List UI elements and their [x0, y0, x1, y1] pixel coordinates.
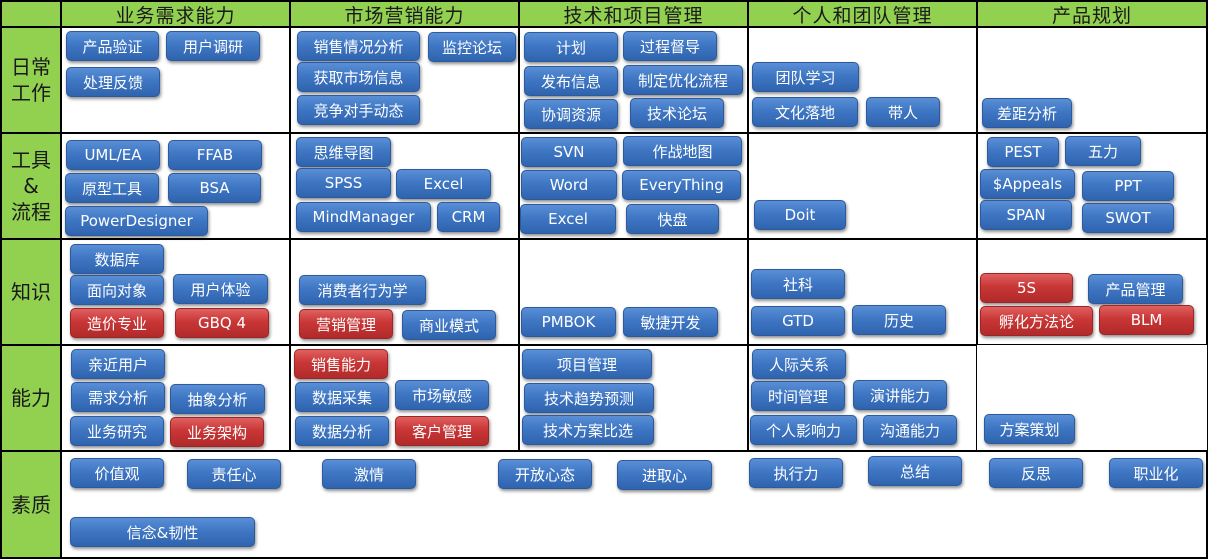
item-knowledge-business-4[interactable]: GBQ 4 [175, 308, 269, 338]
item-tools-product-1[interactable]: 五力 [1065, 136, 1141, 166]
item-tools-tech-1[interactable]: 作战地图 [623, 136, 742, 166]
item-knowledge-product-1[interactable]: 产品管理 [1088, 274, 1183, 304]
item-daily-marketing-0[interactable]: 销售情况分析 [297, 31, 420, 61]
column-header-marketing: 市场营销能力 [289, 0, 520, 28]
item-daily-tech-1[interactable]: 过程督导 [623, 31, 717, 61]
item-daily-tech-4[interactable]: 协调资源 [524, 99, 618, 129]
item-tools-tech-3[interactable]: EveryThing [622, 170, 741, 200]
item-tools-team-0[interactable]: Doit [754, 200, 846, 230]
item-ability-tech-0[interactable]: 项目管理 [522, 349, 652, 379]
item-quality-6[interactable]: 总结 [868, 456, 962, 486]
row-header-daily: 日常 工作 [0, 26, 62, 134]
item-quality-8[interactable]: 职业化 [1109, 458, 1203, 488]
item-daily-team-2[interactable]: 带人 [866, 97, 940, 127]
item-ability-marketing-2[interactable]: 市场敏感 [395, 380, 489, 410]
item-quality-2[interactable]: 激情 [322, 459, 416, 489]
item-ability-business-2[interactable]: 抽象分析 [170, 384, 265, 414]
item-daily-marketing-3[interactable]: 竞争对手动态 [297, 95, 420, 125]
item-daily-business-0[interactable]: 产品验证 [66, 31, 159, 61]
item-knowledge-tech-1[interactable]: 敏捷开发 [623, 307, 718, 337]
item-knowledge-product-0[interactable]: 5S [980, 273, 1073, 303]
row-header-tools: 工具 & 流程 [0, 132, 62, 240]
item-knowledge-team-1[interactable]: GTD [751, 306, 845, 336]
item-tools-product-5[interactable]: SWOT [1082, 203, 1174, 233]
item-knowledge-business-1[interactable]: 面向对象 [70, 275, 164, 305]
item-knowledge-product-2[interactable]: 孵化方法论 [980, 306, 1093, 336]
item-daily-tech-0[interactable]: 计划 [524, 32, 618, 62]
item-ability-team-3[interactable]: 个人影响力 [750, 415, 857, 445]
item-tools-business-4[interactable]: PowerDesigner [65, 206, 208, 236]
item-tools-product-4[interactable]: SPAN [980, 200, 1072, 230]
item-daily-tech-5[interactable]: 技术论坛 [630, 98, 724, 128]
item-knowledge-business-2[interactable]: 用户体验 [173, 274, 268, 304]
item-ability-marketing-3[interactable]: 数据分析 [295, 416, 389, 446]
item-ability-team-1[interactable]: 时间管理 [751, 381, 845, 411]
item-knowledge-marketing-1[interactable]: 营销管理 [299, 309, 393, 339]
item-daily-marketing-1[interactable]: 监控论坛 [428, 32, 516, 62]
item-quality-9[interactable]: 信念&韧性 [70, 517, 255, 547]
corner-cell [0, 0, 62, 28]
capability-matrix: 业务需求能力 市场营销能力 技术和项目管理 个人和团队管理 产品规划 日常 工作… [0, 0, 1208, 559]
item-quality-7[interactable]: 反思 [989, 458, 1083, 488]
item-tools-tech-4[interactable]: Excel [520, 204, 616, 234]
item-ability-business-0[interactable]: 亲近用户 [71, 349, 165, 379]
column-header-tech: 技术和项目管理 [518, 0, 749, 28]
item-tools-business-2[interactable]: 原型工具 [65, 173, 159, 203]
item-knowledge-tech-0[interactable]: PMBOK [521, 307, 616, 337]
item-quality-0[interactable]: 价值观 [70, 458, 164, 488]
item-ability-team-2[interactable]: 演讲能力 [853, 380, 947, 410]
item-ability-marketing-4[interactable]: 客户管理 [395, 416, 489, 446]
item-tools-product-2[interactable]: $Appeals [980, 169, 1075, 199]
row-header-ability: 能力 [0, 344, 62, 452]
column-header-product: 产品规划 [976, 0, 1208, 28]
item-knowledge-business-0[interactable]: 数据库 [70, 244, 164, 274]
item-daily-tech-3[interactable]: 制定优化流程 [623, 65, 743, 95]
item-daily-tech-2[interactable]: 发布信息 [524, 66, 618, 96]
item-quality-5[interactable]: 执行力 [749, 458, 843, 488]
item-knowledge-product-3[interactable]: BLM [1099, 305, 1194, 335]
column-header-team: 个人和团队管理 [747, 0, 978, 28]
item-tools-tech-2[interactable]: Word [521, 170, 617, 200]
item-ability-product-0[interactable]: 方案策划 [984, 414, 1075, 444]
item-knowledge-marketing-0[interactable]: 消费者行为学 [299, 275, 426, 305]
item-tools-tech-0[interactable]: SVN [521, 137, 617, 167]
item-tools-marketing-3[interactable]: MindManager [296, 202, 431, 232]
item-tools-business-3[interactable]: BSA [168, 173, 261, 203]
item-tools-marketing-4[interactable]: CRM [437, 202, 500, 232]
item-daily-team-1[interactable]: 文化落地 [752, 97, 858, 127]
item-tools-marketing-0[interactable]: 思维导图 [296, 137, 391, 167]
item-ability-team-4[interactable]: 沟通能力 [863, 415, 957, 445]
item-quality-1[interactable]: 责任心 [187, 459, 281, 489]
item-ability-business-4[interactable]: 业务架构 [170, 417, 264, 447]
item-ability-tech-1[interactable]: 技术趋势预测 [524, 383, 654, 413]
item-tools-tech-5[interactable]: 快盘 [626, 204, 719, 234]
item-tools-marketing-1[interactable]: SPSS [296, 168, 391, 198]
item-daily-marketing-2[interactable]: 获取市场信息 [297, 62, 420, 92]
row-header-quality: 素质 [0, 450, 62, 559]
item-daily-business-1[interactable]: 用户调研 [166, 31, 260, 61]
row-header-knowledge: 知识 [0, 238, 62, 346]
item-quality-3[interactable]: 开放心态 [498, 459, 592, 489]
item-tools-product-0[interactable]: PEST [987, 137, 1059, 167]
column-header-business: 业务需求能力 [60, 0, 291, 28]
item-daily-team-0[interactable]: 团队学习 [752, 62, 859, 92]
item-knowledge-team-0[interactable]: 社科 [751, 269, 845, 299]
item-knowledge-marketing-2[interactable]: 商业模式 [402, 310, 496, 340]
item-quality-4[interactable]: 进取心 [617, 460, 712, 490]
item-daily-business-2[interactable]: 处理反馈 [66, 67, 160, 97]
item-daily-product-0[interactable]: 差距分析 [982, 98, 1072, 128]
item-knowledge-business-3[interactable]: 造价专业 [70, 308, 164, 338]
item-ability-marketing-0[interactable]: 销售能力 [294, 349, 388, 379]
item-tools-business-1[interactable]: FFAB [168, 140, 262, 170]
item-tools-business-0[interactable]: UML/EA [66, 140, 160, 170]
item-ability-business-1[interactable]: 需求分析 [71, 382, 165, 412]
item-knowledge-team-2[interactable]: 历史 [852, 305, 946, 335]
item-tools-product-3[interactable]: PPT [1082, 171, 1174, 201]
item-tools-marketing-2[interactable]: Excel [396, 169, 491, 199]
item-ability-marketing-1[interactable]: 数据采集 [295, 382, 389, 412]
item-ability-tech-2[interactable]: 技术方案比选 [522, 415, 654, 445]
item-ability-team-0[interactable]: 人际关系 [752, 349, 846, 379]
item-ability-business-3[interactable]: 业务研究 [70, 416, 164, 446]
